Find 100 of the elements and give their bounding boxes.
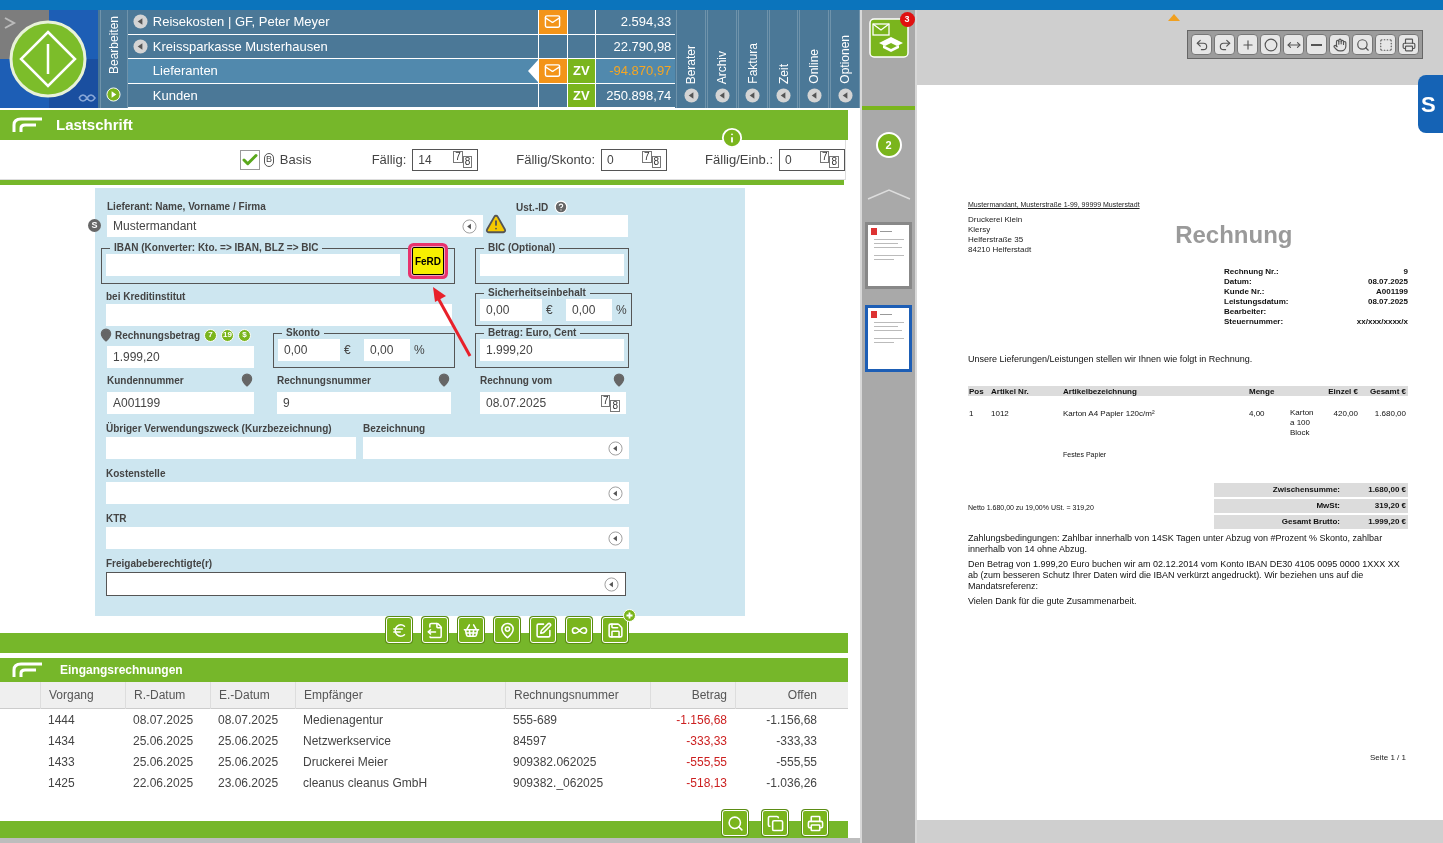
print-button[interactable] — [1398, 34, 1419, 55]
redo-button[interactable] — [1214, 34, 1235, 55]
input-field[interactable]: 0,00 — [364, 339, 410, 361]
undo-button[interactable] — [1191, 34, 1212, 55]
column-header[interactable]: E.-Datum — [210, 682, 295, 709]
dropdown-icon[interactable] — [608, 440, 623, 456]
checkbox[interactable] — [240, 149, 260, 170]
location-button[interactable] — [494, 617, 520, 643]
dropdown-icon[interactable] — [608, 485, 623, 501]
help-icon[interactable] — [554, 200, 569, 214]
column-header[interactable]: Empfänger — [295, 682, 505, 709]
column-header[interactable]: Rechnungsnummer — [505, 682, 650, 709]
column-header[interactable]: Betrag — [650, 682, 735, 709]
fit-width-button[interactable] — [1283, 34, 1304, 55]
input-field[interactable] — [106, 482, 629, 504]
inbox-icon[interactable] — [868, 18, 909, 58]
envelope-icon — [544, 62, 562, 80]
dropdown-icon[interactable] — [608, 530, 623, 546]
back-icon[interactable] — [132, 38, 148, 54]
input-field[interactable]: 14 7 8 — [412, 148, 479, 171]
column-header[interactable]: Vorgang — [40, 682, 125, 709]
input-field[interactable] — [106, 254, 400, 276]
back-icon[interactable] — [776, 88, 792, 103]
account-row[interactable]: Reisekosten | GF, Peter Meyer 2.594,33 — [127, 10, 676, 35]
save-button[interactable] — [602, 617, 628, 643]
back-icon[interactable] — [837, 88, 853, 103]
nav-tab[interactable]: Berater — [676, 10, 707, 108]
total-row: Gesamt Brutto: 1.999,20 € — [1214, 514, 1408, 529]
nav-tab[interactable]: Optionen — [830, 10, 861, 108]
account-amount: -94.870,97 — [609, 62, 672, 80]
edit-tab[interactable]: Bearbeiten — [100, 10, 128, 108]
copy-button[interactable] — [762, 810, 788, 836]
table-cell-text: 909382.062025 — [512, 753, 598, 771]
section-title: Eingangsrechnungen — [60, 662, 183, 679]
back-icon[interactable] — [132, 14, 148, 30]
input-field[interactable] — [480, 254, 624, 276]
dropdown-icon[interactable] — [604, 576, 619, 592]
circle-button[interactable] — [1260, 34, 1281, 55]
meta-label: Leistungsdatum: — [1224, 296, 1290, 307]
input-field[interactable] — [106, 572, 626, 596]
input-field[interactable]: 0,00 — [278, 339, 340, 361]
euro-button[interactable] — [386, 617, 412, 643]
back-icon[interactable] — [683, 88, 699, 103]
edit-button[interactable] — [530, 617, 556, 643]
input-field[interactable] — [106, 304, 452, 326]
account-row[interactable]: Kreissparkasse Musterhausen 22.790,98 — [127, 34, 676, 59]
map-pin-icon[interactable] — [240, 373, 254, 387]
input-field[interactable]: A001199 — [107, 392, 254, 414]
input-field[interactable] — [363, 437, 629, 459]
nav-tab[interactable]: Zeit — [768, 10, 799, 108]
search-button[interactable] — [1352, 34, 1373, 55]
input-field[interactable] — [516, 215, 628, 237]
page-thumbnail[interactable] — [865, 222, 912, 289]
nav-tab[interactable]: Faktura — [737, 10, 768, 108]
back-icon[interactable] — [714, 88, 730, 103]
app-badge[interactable]: S — [1418, 75, 1443, 133]
hand-button[interactable] — [1329, 34, 1350, 55]
input-field[interactable]: 0 7 8 — [779, 148, 845, 171]
account-row[interactable]: Kunden ZV 250.898,74 — [127, 83, 676, 108]
map-pin-icon[interactable] — [99, 328, 113, 342]
select-area-button[interactable] — [1375, 34, 1396, 55]
calendar-button[interactable]: 7 8 — [600, 394, 620, 412]
column-header[interactable]: R.-Datum — [125, 682, 210, 709]
zoom-out-button[interactable] — [1306, 34, 1327, 55]
account-row[interactable]: Lieferanten ZV -94.870,97 — [127, 59, 676, 84]
input-field[interactable] — [106, 437, 356, 459]
input-field[interactable]: 0 7 8 — [601, 148, 668, 171]
back-icon[interactable] — [806, 88, 822, 103]
terms-paragraph: Den Betrag von 1.999,20 Euro buchen wir am 02.12.2014 vom Konto IBAN DE30 4105 0095 0000 1XXX XX ab (zum besseren Schutz Ihrer Daten wird die IBAN verkürzt angedruckt). Wir beziehen uns auf die Mandatsreferenz: — [968, 558, 1401, 592]
logo-drawing[interactable] — [0, 10, 98, 108]
table-cell-text: 1.680,00 — [1373, 408, 1407, 420]
infinity-button[interactable] — [566, 617, 592, 643]
play-icon[interactable] — [106, 87, 122, 102]
input-field[interactable]: 0,00 — [566, 299, 612, 321]
back-icon[interactable] — [745, 88, 761, 103]
calendar-button[interactable]: 7 8 — [453, 151, 473, 168]
export-button[interactable] — [422, 617, 448, 643]
map-pin-icon[interactable] — [437, 373, 451, 387]
table-cell-text: 08.07.2025 — [132, 711, 195, 729]
input-field[interactable]: 1.999,20 — [480, 339, 624, 361]
input-field[interactable]: 1.999,20 — [107, 346, 254, 368]
mail-button[interactable] — [538, 10, 567, 34]
nav-tab[interactable]: Online — [799, 10, 830, 108]
basket-button[interactable] — [458, 617, 484, 643]
map-pin-icon[interactable] — [612, 373, 626, 387]
input-field[interactable]: Mustermandant — [107, 215, 483, 237]
input-field[interactable]: 9 — [277, 392, 451, 414]
column-header[interactable]: Offen — [735, 682, 825, 709]
input-field[interactable]: 08.07.2025 7 8 — [480, 392, 626, 414]
zoom-in-button[interactable] — [1237, 34, 1258, 55]
calendar-button[interactable]: 7 8 — [819, 151, 839, 168]
input-field[interactable] — [106, 527, 629, 549]
input-field[interactable]: 0,00 — [480, 299, 542, 321]
account-amount: 2.594,33 — [620, 13, 672, 31]
page-thumbnail[interactable] — [865, 305, 912, 372]
field-label: bei Kreditinstitut — [106, 290, 187, 302]
calendar-button[interactable]: 7 8 — [641, 151, 662, 168]
nav-tab[interactable]: Archiv — [707, 10, 737, 108]
dropdown-icon[interactable] — [462, 218, 477, 234]
mail-button[interactable] — [538, 59, 567, 83]
